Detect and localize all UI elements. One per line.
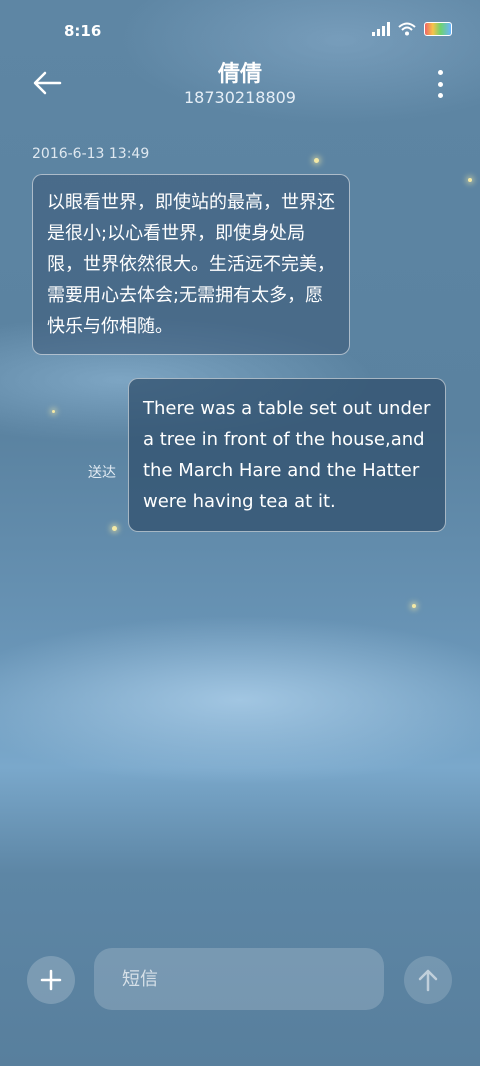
battery-icon	[424, 22, 452, 36]
send-arrow-up-icon	[418, 969, 438, 992]
more-vertical-icon[interactable]	[436, 70, 444, 98]
decorative-star	[412, 604, 416, 608]
send-button[interactable]	[404, 956, 452, 1004]
signal-icon	[372, 22, 390, 36]
message-input-container[interactable]	[94, 948, 384, 1010]
delivery-status: 送达	[88, 465, 116, 481]
outgoing-message-bubble[interactable]: There was a table set out under a tree i…	[128, 378, 446, 532]
decorative-star	[468, 178, 472, 182]
decorative-star	[52, 410, 55, 413]
composer-bar	[0, 948, 480, 1066]
decorative-star	[314, 158, 319, 163]
message-text: There was a table set out under a tree i…	[143, 398, 431, 512]
status-bar: 8:16	[0, 0, 480, 60]
incoming-message-bubble[interactable]: 以眼看世界，即使站的最高，世界还是很小;以心看世界，即使身处局限，世界依然很大。…	[32, 174, 350, 355]
conversation-header: 倩倩 18730218809	[0, 56, 480, 116]
add-attachment-button[interactable]	[27, 956, 75, 1004]
contact-phone-number: 18730218809	[184, 88, 296, 107]
decorative-star	[112, 526, 117, 531]
plus-icon	[40, 969, 62, 991]
message-input[interactable]	[94, 948, 384, 1010]
status-time: 8:16	[64, 22, 102, 40]
message-timestamp: 2016-6-13 13:49	[32, 146, 150, 162]
status-icons	[372, 22, 452, 36]
contact-name: 倩倩	[217, 62, 262, 87]
wifi-icon	[398, 22, 416, 36]
message-text: 以眼看世界，即使站的最高，世界还是很小;以心看世界，即使身处局限，世界依然很大。…	[47, 192, 335, 337]
